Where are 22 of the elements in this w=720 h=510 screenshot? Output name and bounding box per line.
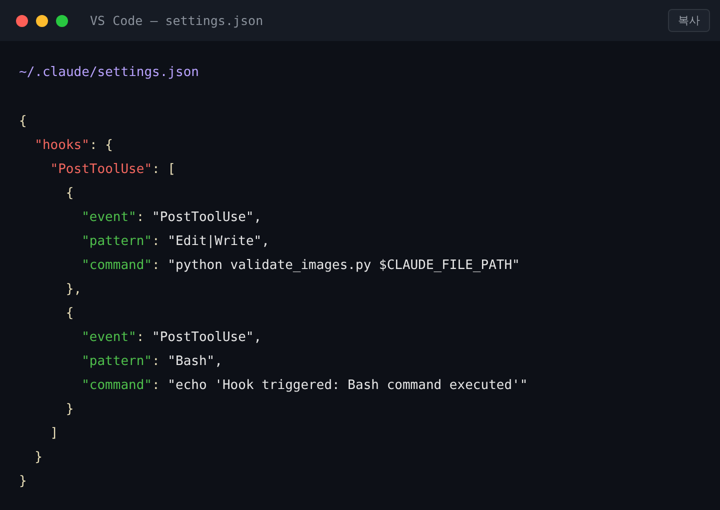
close-button[interactable] [16,14,28,26]
maximize-button[interactable] [56,14,68,26]
code-line: } [34,449,42,467]
copy-button[interactable]: 복사 [668,9,710,32]
code-line: "event": "PostToolUse", [82,209,262,227]
code-line: { [66,185,74,203]
code-line: "event": "PostToolUse", [82,329,262,347]
window-title: VS Code — settings.json [90,13,264,28]
minimize-button[interactable] [36,14,48,26]
code-line: "PostToolUse": [ [50,161,176,179]
code-line: "pattern": "Bash", [82,353,222,371]
file-path: ~/.claude/settings.json [19,65,200,80]
code-line: "command": "python validate_images.py $CLAUDE_FILE_PATH" [82,257,520,275]
code-line: "hooks": { [34,137,113,155]
code-line: { [19,113,27,131]
code-line: } [66,401,74,419]
code-line: "pattern": "Edit|Write", [82,233,270,251]
code-line: }, [66,281,82,299]
code-line: } [19,473,27,491]
code-line: "command": "echo 'Hook triggered: Bash command executed'" [82,377,528,395]
code-line: { [66,305,74,323]
code-line: ] [50,425,58,443]
